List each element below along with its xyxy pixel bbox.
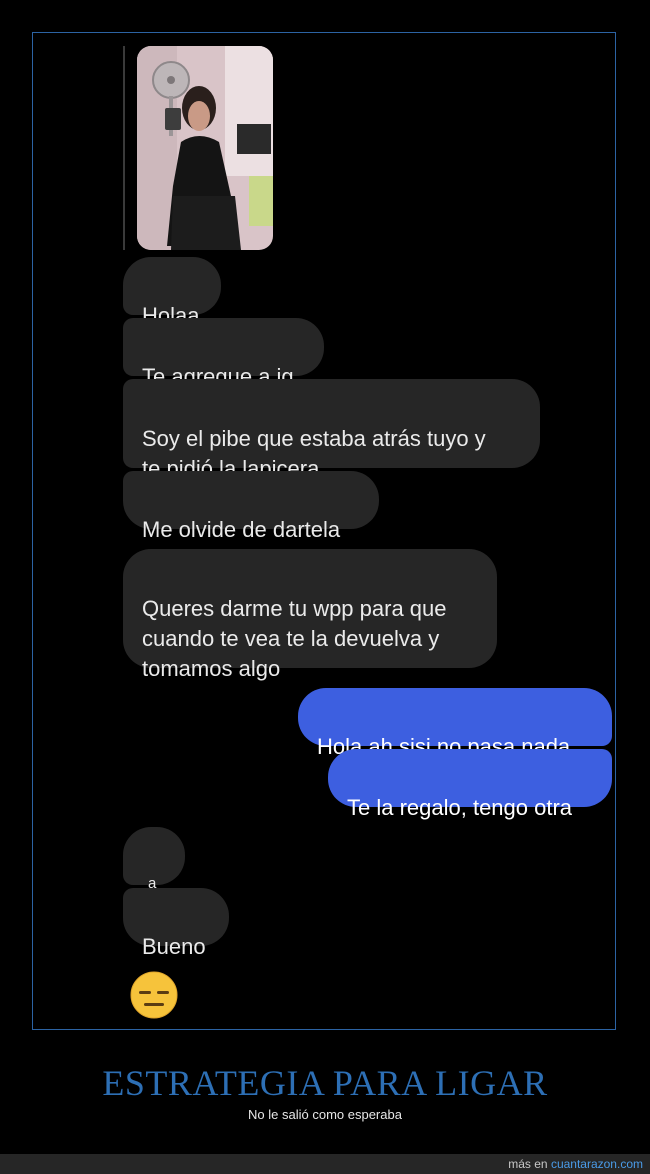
expressionless-face-icon[interactable] [130,971,178,1019]
message-bubble-received[interactable]: Holaa [123,257,221,328]
message-bubble-received[interactable]: Queres darme tu wpp para que cuando te v… [123,549,497,681]
message-text: Me olvide de dartela [142,517,341,542]
footer-prefix: más en [508,1157,548,1171]
message-bubble-sent[interactable]: Te la regalo, tengo otra [328,749,612,820]
page-title: ESTRATEGIA PARA LIGAR [102,1063,548,1103]
message-bubble-received[interactable]: Te agregue a ig [123,318,324,389]
message-bubble-received[interactable]: Me olvide de dartela [123,471,379,542]
message-bubble-received[interactable]: Soy el pibe que estaba atrás tuyo y te p… [123,379,540,481]
message-bubble-received[interactable]: a [123,827,185,892]
story-photo-thumbnail[interactable] [137,46,273,250]
story-reply-bar [123,46,125,250]
footer-site-link[interactable]: cuantarazon.com [551,1157,643,1171]
message-bubble-received[interactable]: Bueno [123,888,229,959]
page-subtitle: No le salió como esperaba [248,1107,402,1122]
message-text: Te la regalo, tengo otra [347,795,573,820]
footer-bar: más en cuantarazon.com [0,1154,650,1174]
message-text: Bueno [142,934,206,959]
message-bubble-sent[interactable]: Hola ah sisi no pasa nada [298,688,612,759]
